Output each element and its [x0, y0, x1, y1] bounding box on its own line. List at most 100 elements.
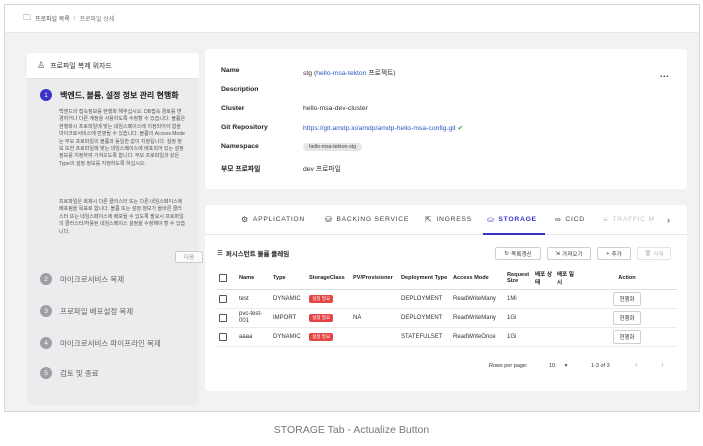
tab-cicd[interactable]: ∞ CICD — [555, 215, 585, 224]
cell-type: DYNAMIC — [271, 289, 307, 309]
import-button[interactable]: ⇲ 가져오기 — [547, 247, 591, 260]
step-number: 1 — [40, 89, 52, 101]
step-number: 2 — [40, 273, 52, 285]
step-description-2: 프로파일은 복제시 다른 클러스터 또는 다른 네임스페이스에 배포됨을 목표로… — [59, 199, 186, 235]
parent-profile-link[interactable]: dev 프로파일 — [303, 163, 341, 173]
info-row-parent: 부모 프로파일 dev 프로파일 — [221, 163, 341, 173]
step-title: 마이크로서비스 복제 — [60, 274, 125, 284]
wizard-step-1[interactable]: 1 백엔드, 볼륨, 설정 정보 관리 현행화 — [27, 89, 179, 101]
info-row-name: Name stg (hello-msa-tekton 프로젝트) — [221, 67, 396, 77]
description-label: Description — [221, 86, 259, 93]
column-header[interactable]: Request Size — [505, 267, 533, 290]
cell-pv — [351, 327, 399, 347]
next-button[interactable]: 다음 — [175, 251, 203, 263]
prev-page-icon[interactable]: ‹ — [635, 360, 638, 369]
step-number: 5 — [40, 367, 52, 379]
namespace-chip: hello-msa-tekton-stg — [303, 143, 362, 151]
resource-tabs: ⚙ APPLICATION ⛁ BACKING SERVICE ⇱ INGRES… — [205, 205, 687, 235]
profile-info-card: ... Name stg (hello-msa-tekton 프로젝트) Des… — [205, 49, 687, 189]
row-checkbox[interactable] — [219, 313, 227, 322]
column-header[interactable]: PV/Provisioner — [351, 267, 399, 290]
step-title: 검토 및 종료 — [60, 368, 99, 378]
wizard-header: ♙ 프로파일 복제 위자드 — [27, 53, 199, 79]
column-header: 배포 상태 — [533, 267, 555, 290]
actualize-row-button[interactable]: 현행화 — [612, 329, 642, 344]
info-row-namespace: Namespace hello-msa-tekton-stg — [221, 143, 362, 151]
plus-icon: + — [606, 250, 610, 257]
cell-deployment-type: DEPLOYMENT — [399, 308, 451, 328]
next-page-icon[interactable]: › — [661, 360, 664, 369]
pvc-table: Name Type StorageClass PV/Provisioner De… — [217, 267, 677, 347]
tab-ingress[interactable]: ⇱ INGRESS — [425, 215, 472, 224]
more-options-icon[interactable]: ... — [660, 69, 669, 79]
cell-deployment-type: DEPLOYMENT — [399, 289, 451, 309]
cell-name: pvc-test-001 — [237, 308, 271, 328]
cell-request-size: 1Gi — [505, 327, 533, 347]
trash-icon: 🗑 — [644, 250, 652, 257]
step-number: 3 — [40, 305, 52, 317]
status-badge: 설정 필요 — [309, 313, 334, 322]
cell-access-mode: ReadWriteMany — [451, 308, 505, 328]
application-icon: ⚙ — [241, 215, 249, 224]
step-title: 백엔드, 볼륨, 설정 정보 관리 현행화 — [60, 90, 179, 100]
wizard-step-5[interactable]: 5 검토 및 종료 — [27, 367, 99, 379]
table-row: aaaa DYNAMIC 설정 필요 STATEFULSET ReadWrite… — [217, 327, 677, 347]
clone-wizard-panel: ♙ 프로파일 복제 위자드 1 백엔드, 볼륨, 설정 정보 관리 현행화 백엔… — [27, 53, 203, 405]
cell-request-size: 1Gi — [505, 308, 533, 328]
row-checkbox[interactable] — [219, 294, 227, 303]
page-info: 1-3 of 3 — [591, 363, 610, 369]
wizard-title: 프로파일 복제 위자드 — [50, 62, 112, 70]
resource-tabs-card: ⚙ APPLICATION ⛁ BACKING SERVICE ⇱ INGRES… — [205, 205, 687, 391]
import-icon: ⇲ — [555, 250, 561, 257]
pvc-section-title: ☰ 퍼시스턴트 볼륨 클레임 — [217, 250, 290, 258]
cicd-icon: ∞ — [555, 215, 562, 224]
repository-value: https://git.amdp.io/amdp/amdp-hello-msa-… — [303, 124, 463, 132]
wizard-step-4[interactable]: 4 마이크로서비스 파이프라인 복제 — [27, 337, 161, 349]
cell-pv — [351, 289, 399, 309]
table-row: test DYNAMIC 설정 필요 DEPLOYMENT ReadWriteM… — [217, 289, 677, 309]
name-value: stg (hello-msa-tekton 프로젝트) — [303, 70, 396, 77]
breadcrumb-parent[interactable]: 프로파일 목록 — [35, 14, 70, 23]
check-circle-icon: ✔ — [457, 125, 464, 132]
select-all-checkbox[interactable] — [219, 273, 227, 282]
project-link[interactable]: hello-msa-tekton — [316, 70, 366, 77]
step-number: 4 — [40, 337, 52, 349]
tab-storage[interactable]: ⛀ STORAGE — [487, 215, 537, 224]
repository-link[interactable]: https://git.amdp.io/amdp/amdp-hello-msa-… — [303, 125, 456, 132]
cell-name: test — [237, 289, 271, 309]
cell-type: IMPORT — [271, 308, 307, 328]
actualize-row-button[interactable]: 현행화 — [612, 291, 642, 306]
database-icon: ⛁ — [325, 215, 333, 224]
tab-application[interactable]: ⚙ APPLICATION — [241, 215, 305, 224]
status-badge: 설정 필요 — [309, 294, 334, 303]
delete-button[interactable]: 🗑 삭제 — [637, 247, 671, 260]
cell-deployment-type: STATEFULSET — [399, 327, 451, 347]
row-checkbox[interactable] — [219, 332, 227, 341]
cell-access-mode: ReadWriteOnce — [451, 327, 505, 347]
ingress-icon: ⇱ — [425, 215, 433, 224]
cell-type: DYNAMIC — [271, 327, 307, 347]
info-row-cluster: Cluster hello-msa-dev-cluster — [221, 105, 368, 112]
tab-traffic[interactable]: ≡ TRAFFIC M — [603, 215, 655, 224]
tabs-scroll-right-icon[interactable]: › — [667, 215, 671, 225]
actualize-row-button[interactable]: 현행화 — [612, 310, 642, 325]
cluster-label: Cluster — [221, 105, 245, 112]
rows-per-page-select[interactable]: 10 ▾ — [549, 363, 567, 369]
namespace-label: Namespace — [221, 143, 259, 150]
column-header[interactable]: StorageClass — [307, 267, 351, 290]
refresh-icon: ↻ — [504, 250, 510, 257]
step-title: 마이크로서비스 파이프라인 복제 — [60, 338, 161, 348]
cell-access-mode: ReadWriteMany — [451, 289, 505, 309]
cell-request-size: 1Mi — [505, 289, 533, 309]
traffic-icon: ≡ — [603, 215, 609, 224]
tab-backing-service[interactable]: ⛁ BACKING SERVICE — [325, 215, 409, 224]
add-button[interactable]: + 추가 — [597, 247, 631, 260]
column-header[interactable]: Access Mode — [451, 267, 505, 290]
wizard-step-3[interactable]: 3 프로파일 배포설정 복제 — [27, 305, 133, 317]
column-header[interactable]: Type — [271, 267, 307, 290]
repository-label: Git Repository — [221, 124, 268, 131]
column-header[interactable]: Deployment Type — [399, 267, 451, 290]
actualize-button[interactable]: ↻ 목록갱신 — [495, 247, 541, 260]
column-header[interactable]: Name — [237, 267, 271, 290]
wizard-step-2[interactable]: 2 마이크로서비스 복제 — [27, 273, 124, 285]
